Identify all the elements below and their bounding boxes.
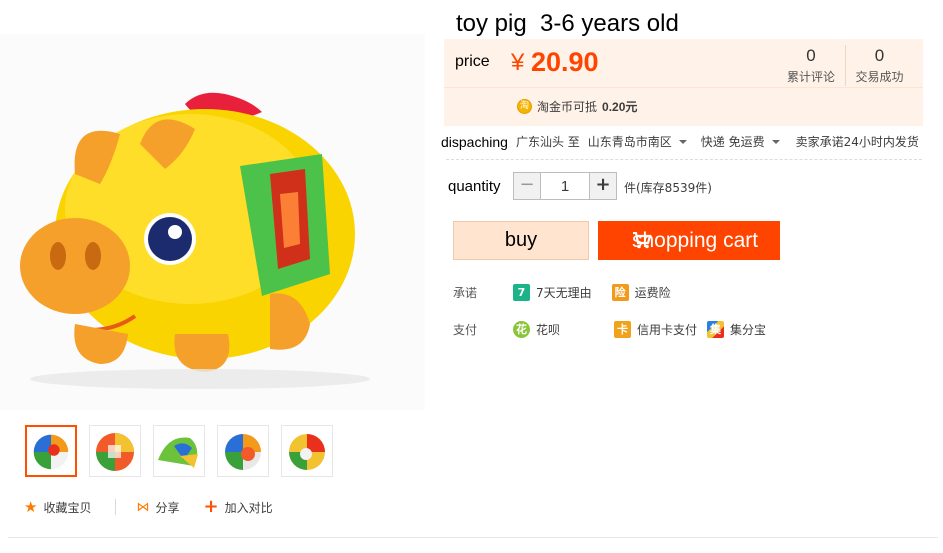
favorite-button[interactable]: ★ 收藏宝贝 — [24, 499, 91, 516]
buy-button[interactable]: buy — [453, 221, 589, 260]
ship-promise: 卖家承诺24小时内发货 — [795, 135, 919, 149]
promise-label: 承诺 — [453, 286, 478, 300]
seven-day-label: 7天无理由 — [536, 286, 592, 300]
gallery-actions: ★ 收藏宝贝 ⋈ 分享 + 加入对比 — [24, 498, 273, 516]
dispatch-destination[interactable]: 山东青岛市南区 — [588, 133, 672, 150]
currency-symbol: ¥ — [511, 49, 525, 76]
thumbnail-3[interactable] — [153, 425, 205, 477]
thumbnail-4[interactable] — [217, 425, 269, 477]
coin-icon: 淘 — [517, 99, 532, 114]
price-divider — [444, 87, 923, 88]
sales-stats: 0 累计评论 0 交易成功 — [777, 45, 913, 86]
price-box: price ¥ 20.90 0 累计评论 0 交易成功 淘 淘金币可抵 0.20元 — [444, 39, 923, 126]
quantity-input[interactable] — [540, 173, 590, 199]
seven-day-icon: 7 — [513, 284, 530, 301]
deal-count-label: 交易成功 — [855, 70, 904, 84]
share-icon: ⋈ — [136, 499, 150, 515]
huabei-label: 花呗 — [536, 323, 561, 337]
cart-icon — [633, 232, 652, 249]
compare-button[interactable]: + 加入对比 — [203, 498, 272, 516]
thumbnail-5[interactable] — [281, 425, 333, 477]
product-title: toy pig 3-6 years old — [456, 10, 679, 37]
quantity-stepper: − + — [513, 172, 617, 200]
dashed-divider — [446, 159, 922, 160]
plus-icon: + — [203, 496, 219, 517]
freight-insurance-icon: 险 — [611, 284, 629, 301]
main-product-image — [0, 34, 425, 410]
credit-card-label: 信用卡支付 — [637, 323, 698, 337]
payment-label: 支付 — [453, 323, 478, 337]
credit-card-pay[interactable]: 卡 信用卡支付 — [614, 321, 697, 338]
divider — [115, 499, 117, 515]
decrease-button[interactable]: − — [514, 173, 540, 199]
chevron-down-icon[interactable] — [771, 139, 780, 144]
price-label: price — [455, 53, 490, 70]
freight-insurance-label: 运费险 — [634, 286, 671, 300]
review-count[interactable]: 0 累计评论 — [777, 45, 845, 86]
dispatch-row: dispaching 广东汕头 至 山东青岛市南区 快递 免运费 卖家承诺24小… — [441, 133, 919, 150]
add-to-cart-button[interactable]: shopping cart — [598, 221, 780, 260]
chevron-down-icon[interactable] — [678, 139, 687, 144]
bottom-divider — [8, 537, 938, 538]
stock-text: 件(库存8539件) — [624, 181, 712, 195]
review-count-label: 累计评论 — [786, 70, 835, 84]
payment-row: 支付 花 花呗 卡 信用卡支付 集 集分宝 — [453, 321, 786, 338]
deal-count: 0 交易成功 — [845, 45, 913, 86]
dispatch-label: dispaching — [441, 133, 508, 150]
jifenbao-label: 集分宝 — [730, 323, 767, 337]
deal-count-number: 0 — [874, 46, 885, 65]
dispatch-from: 广东汕头 至 — [515, 135, 580, 149]
increase-button[interactable]: + — [590, 173, 616, 199]
coin-text: 淘金币可抵 — [537, 100, 598, 114]
thumbnail-1[interactable] — [25, 425, 77, 477]
credit-card-icon: 卡 — [614, 321, 632, 338]
promise-row: 承诺 7 7天无理由 险 运费险 — [453, 284, 691, 301]
coin-amount: 0.20元 — [602, 100, 638, 114]
star-icon: ★ — [24, 497, 38, 516]
seven-day-return[interactable]: 7 7天无理由 — [513, 284, 592, 301]
favorite-label: 收藏宝贝 — [43, 500, 92, 515]
share-button[interactable]: ⋈ 分享 — [136, 499, 179, 516]
toy-pig-illustration — [20, 92, 370, 389]
review-count-number: 0 — [806, 46, 816, 65]
compare-label: 加入对比 — [224, 500, 273, 515]
price-value: 20.90 — [531, 47, 599, 77]
thumbnail-strip — [25, 425, 333, 477]
jifenbao-icon: 集 — [707, 321, 725, 338]
huabei-icon: 花 — [513, 321, 530, 338]
quantity-label: quantity — [448, 178, 501, 195]
huabei[interactable]: 花 花呗 — [513, 321, 560, 338]
freight-insurance[interactable]: 险 运费险 — [611, 284, 671, 301]
coin-discount: 淘 淘金币可抵 0.20元 — [517, 98, 637, 115]
shipping-method[interactable]: 快递 免运费 — [701, 133, 765, 150]
share-label: 分享 — [155, 500, 180, 515]
jifenbao[interactable]: 集 集分宝 — [707, 321, 766, 338]
thumbnail-2[interactable] — [89, 425, 141, 477]
